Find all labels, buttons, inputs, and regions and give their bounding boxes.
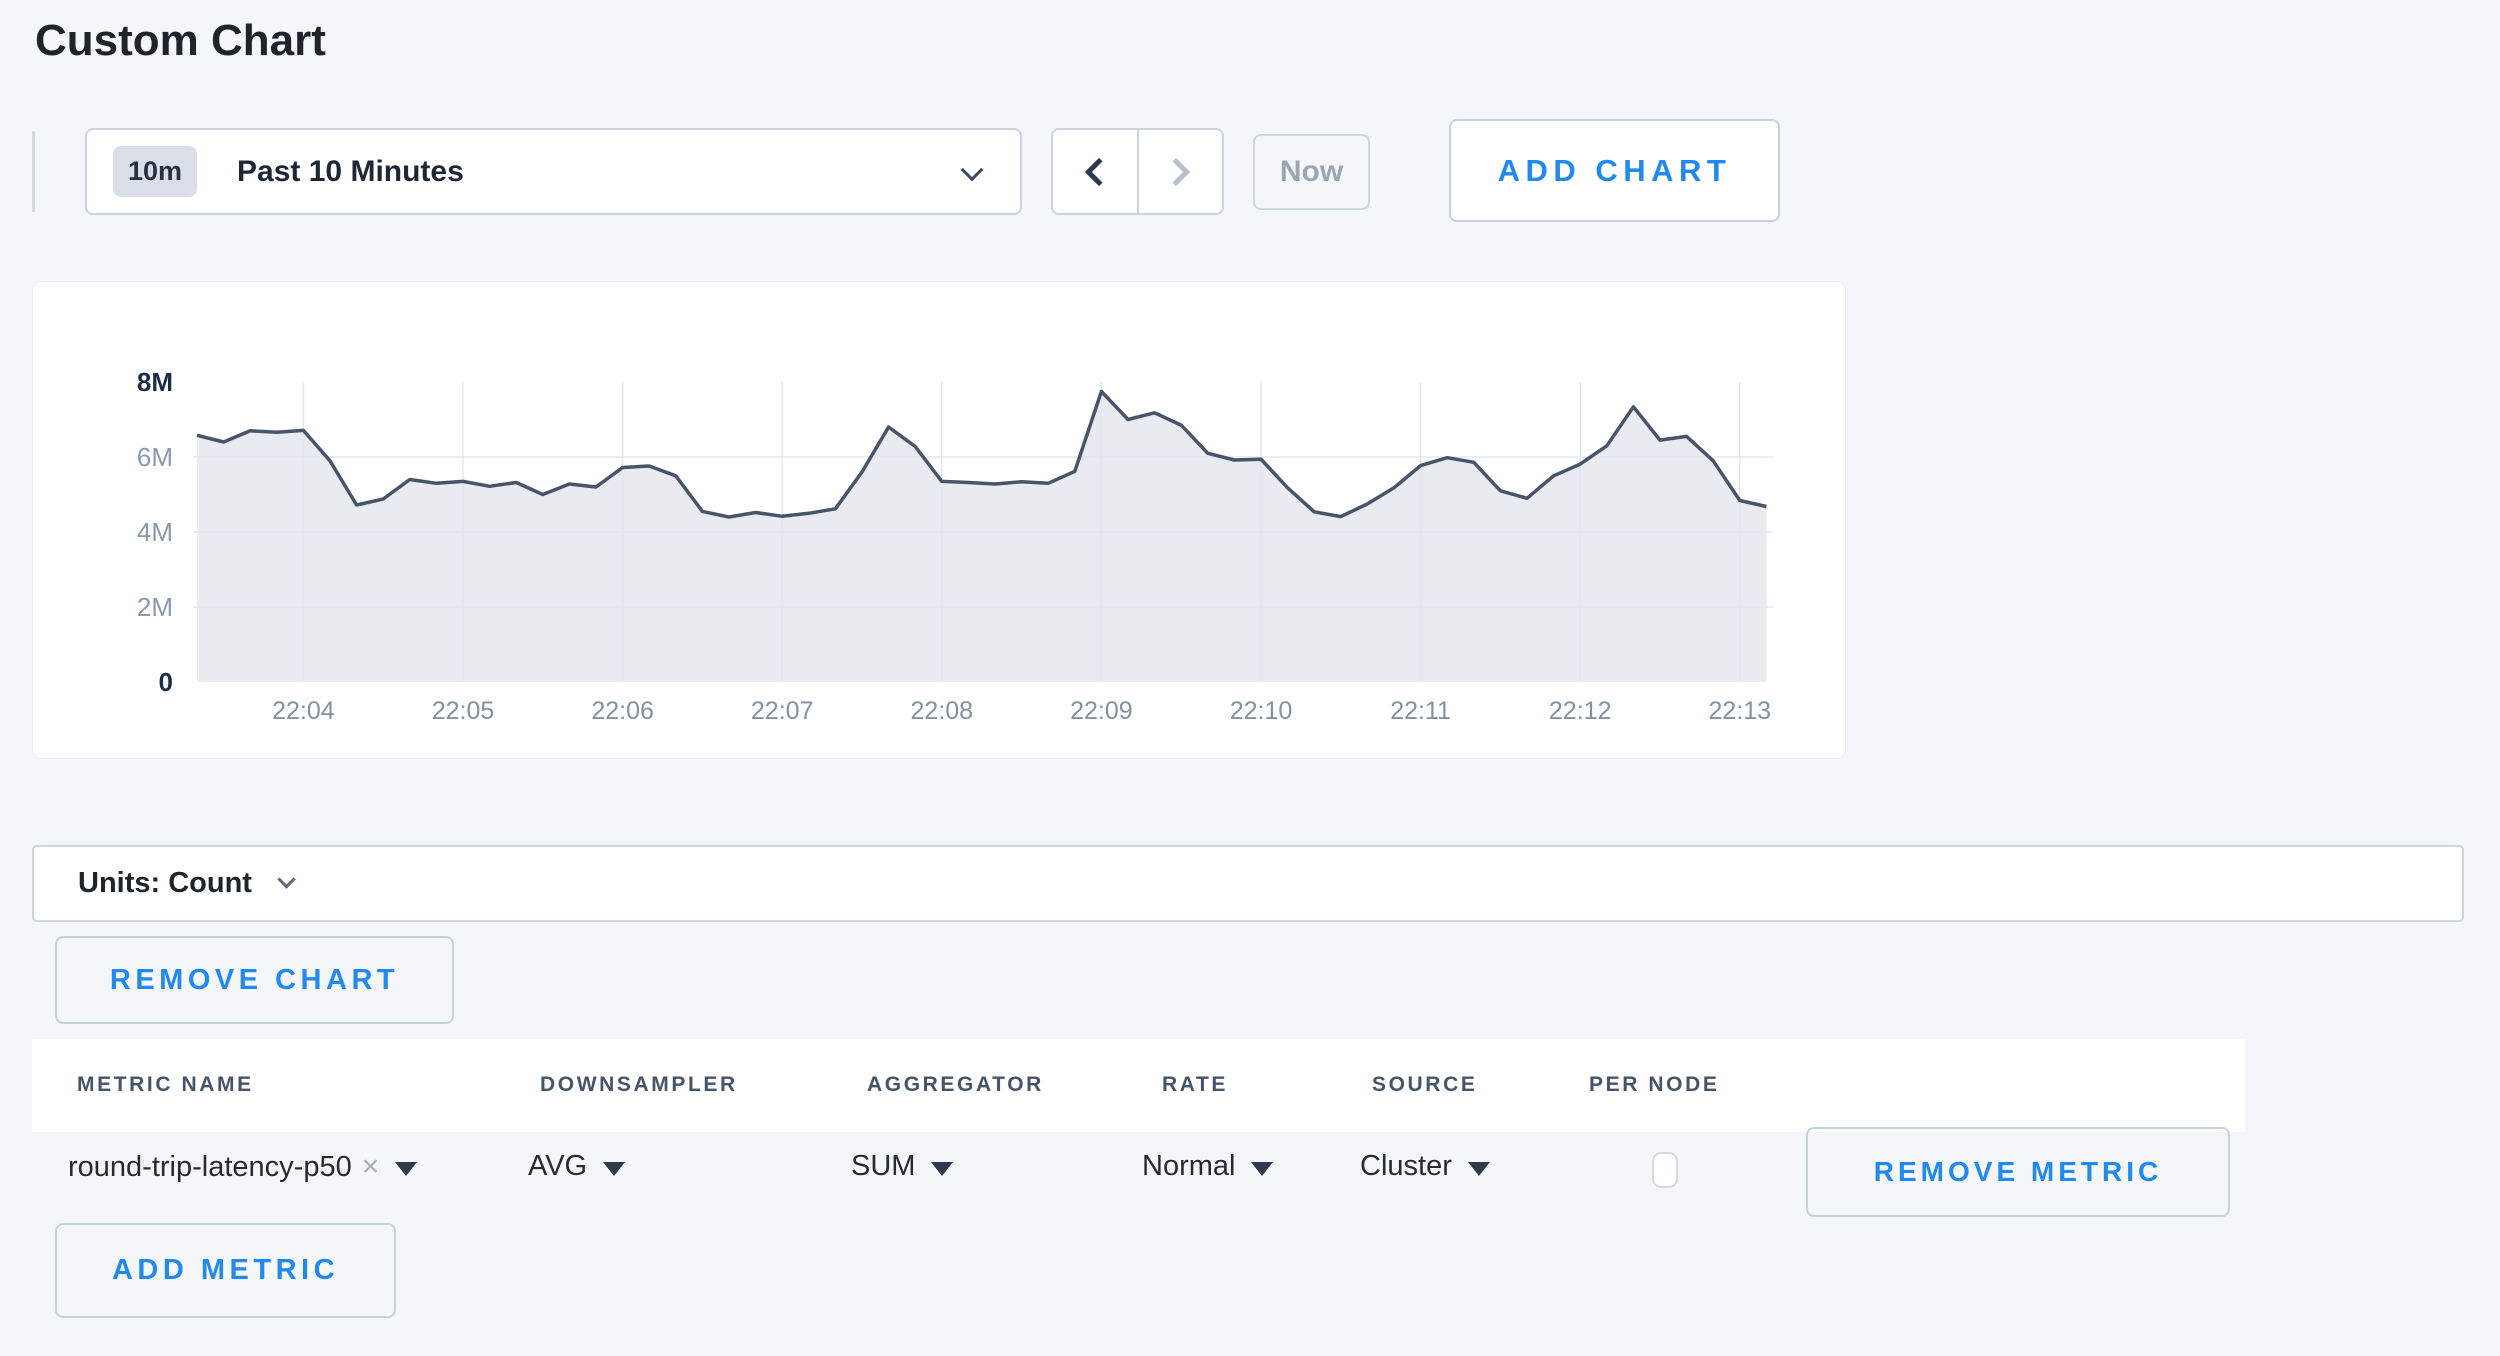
chart-area-fill — [197, 391, 1766, 682]
chevron-right-icon — [1162, 157, 1190, 185]
x-axis-tick-label: 22:11 — [1390, 697, 1451, 725]
add-metric-label: ADD METRIC — [112, 1254, 339, 1287]
metric-name-value: round-trip-latency-p50 — [68, 1151, 352, 1184]
add-chart-button[interactable]: ADD CHART — [1449, 119, 1780, 222]
aggregator-dropdown[interactable]: SUM — [851, 1150, 953, 1183]
time-window-label: Past 10 Minutes — [237, 155, 464, 189]
metric-name-dropdown[interactable]: round-trip-latency-p50 × — [68, 1150, 417, 1184]
column-header-aggregator: AGGREGATOR — [867, 1073, 1044, 1097]
column-header-downsampler: DOWNSAMPLER — [540, 1073, 738, 1097]
add-chart-label: ADD CHART — [1498, 153, 1732, 189]
column-header-metric-name: METRIC NAME — [77, 1073, 254, 1097]
chevron-left-icon — [1085, 157, 1113, 185]
caret-down-icon — [395, 1162, 417, 1176]
units-dropdown-label: Units: Count — [78, 867, 252, 900]
y-axis-tick-label: 8M — [137, 367, 173, 397]
x-axis-tick-label: 22:04 — [272, 697, 335, 725]
caret-down-icon — [931, 1162, 953, 1176]
clear-metric-icon[interactable]: × — [362, 1150, 380, 1184]
rate-dropdown[interactable]: Normal — [1142, 1150, 1273, 1183]
source-value: Cluster — [1360, 1150, 1452, 1183]
page-title: Custom Chart — [35, 16, 326, 66]
now-button-label: Now — [1280, 155, 1343, 189]
x-axis-tick-label: 22:05 — [432, 697, 495, 725]
toolbar-divider — [32, 131, 35, 212]
x-axis-tick-label: 22:06 — [591, 697, 654, 725]
next-time-button[interactable] — [1139, 130, 1223, 213]
time-window-badge: 10m — [113, 146, 197, 197]
source-dropdown[interactable]: Cluster — [1360, 1150, 1490, 1183]
add-metric-button[interactable]: ADD METRIC — [55, 1223, 396, 1318]
x-axis-tick-label: 22:09 — [1070, 697, 1133, 725]
y-axis-tick-label: 0 — [159, 667, 173, 697]
caret-down-icon — [603, 1162, 625, 1176]
x-axis-tick-label: 22:10 — [1230, 697, 1293, 725]
aggregator-value: SUM — [851, 1150, 915, 1183]
chevron-down-icon — [961, 159, 984, 182]
remove-metric-label: REMOVE METRIC — [1874, 1156, 2162, 1188]
caret-down-icon — [1468, 1162, 1490, 1176]
per-node-checkbox[interactable] — [1652, 1152, 1678, 1188]
caret-down-icon — [1251, 1162, 1273, 1176]
column-header-source: SOURCE — [1372, 1073, 1477, 1097]
remove-chart-label: REMOVE CHART — [110, 964, 399, 997]
custom-chart-page: Custom Chart 10m Past 10 Minutes Now ADD… — [0, 0, 2500, 1356]
time-pager — [1051, 128, 1224, 215]
timeseries-chart-svg: 22:04 22:05 22:06 22:07 22:08 22:09 22:10 22:11… — [33, 282, 1847, 760]
time-window-dropdown[interactable]: 10m Past 10 Minutes — [85, 128, 1022, 215]
y-axis-tick-label: 4M — [137, 517, 173, 547]
prev-time-button[interactable] — [1053, 130, 1139, 213]
chart-card: 22:04 22:05 22:06 22:07 22:08 22:09 22:10 22:11… — [32, 281, 1846, 759]
x-axis-tick-label: 22:13 — [1709, 697, 1772, 725]
x-axis-tick-label: 22:07 — [751, 697, 814, 725]
rate-value: Normal — [1142, 1150, 1235, 1183]
column-header-rate: RATE — [1162, 1073, 1228, 1097]
remove-metric-button[interactable]: REMOVE METRIC — [1806, 1127, 2230, 1217]
column-header-per-node: PER NODE — [1589, 1073, 1720, 1097]
downsampler-dropdown[interactable]: AVG — [528, 1150, 625, 1183]
chevron-down-icon — [277, 870, 295, 888]
now-button[interactable]: Now — [1253, 134, 1370, 210]
x-axis-tick-label: 22:08 — [911, 697, 974, 725]
x-axis-tick-label: 22:12 — [1549, 697, 1612, 725]
y-axis-tick-label: 6M — [137, 442, 173, 472]
downsampler-value: AVG — [528, 1150, 587, 1183]
y-axis-tick-label: 2M — [137, 592, 173, 622]
remove-chart-button[interactable]: REMOVE CHART — [55, 936, 454, 1024]
metrics-table-header: METRIC NAME DOWNSAMPLER AGGREGATOR RATE … — [32, 1039, 2245, 1132]
units-dropdown[interactable]: Units: Count — [32, 845, 2464, 922]
